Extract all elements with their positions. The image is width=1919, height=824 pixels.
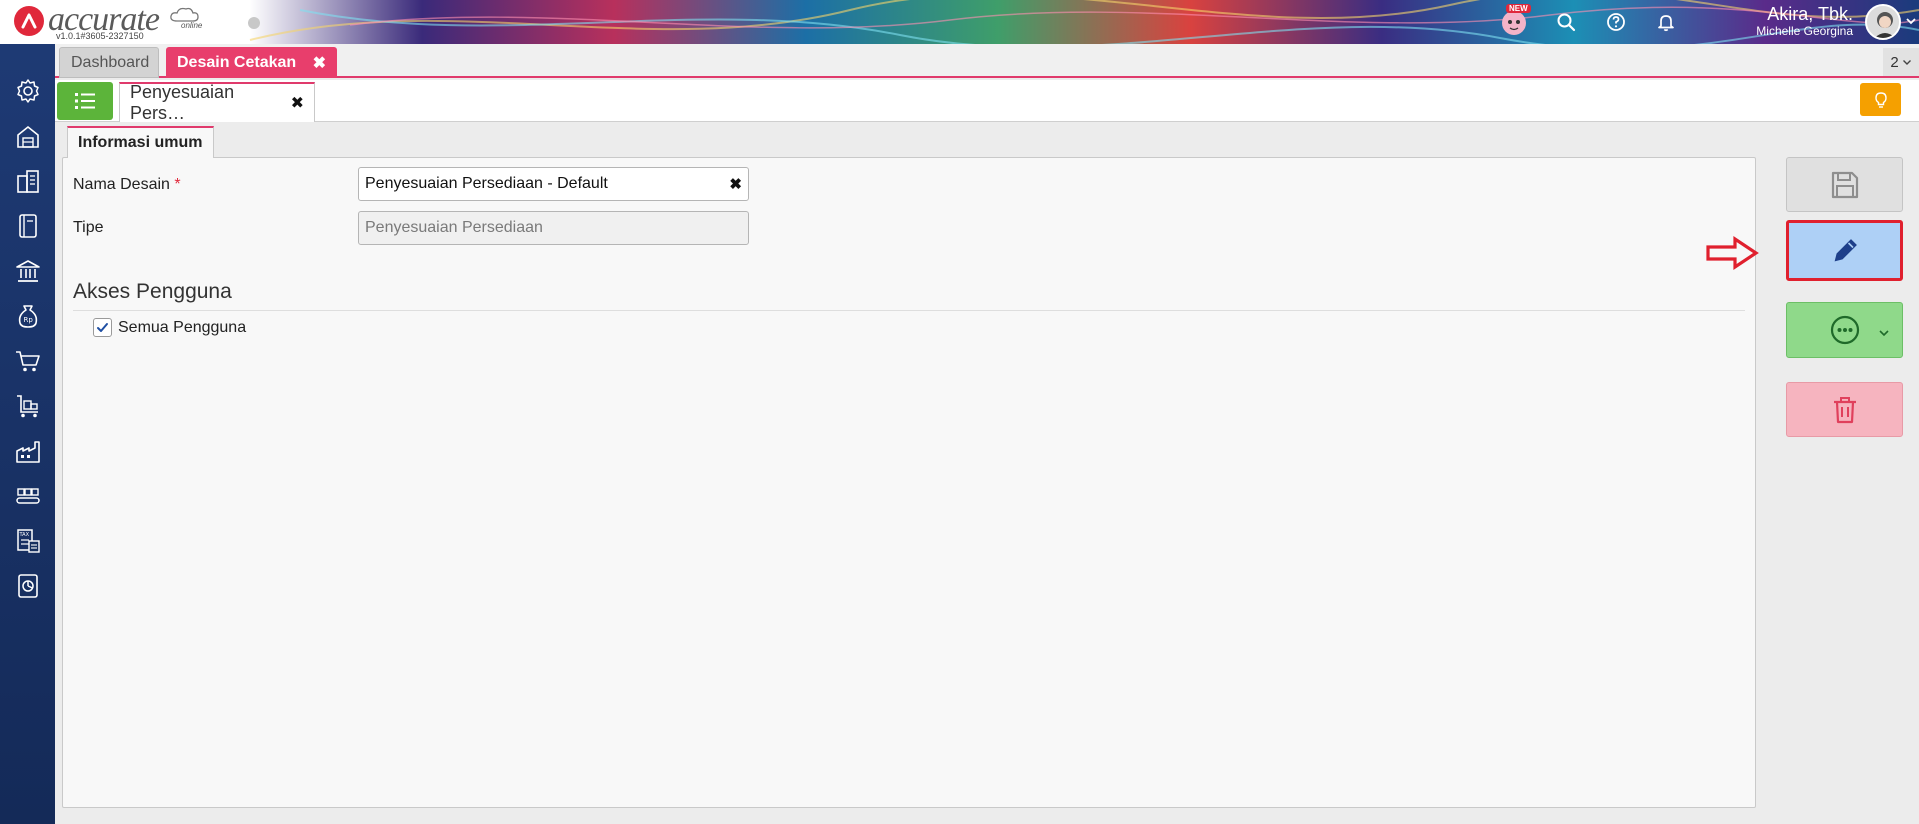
tipe-label: Tipe — [73, 219, 104, 236]
header-wave-background — [0, 0, 1919, 44]
nama-desain-input[interactable]: Penyesuaian Persediaan - Default ✖ — [358, 167, 749, 201]
tips-button[interactable] — [1860, 83, 1901, 116]
form-panel — [62, 157, 1756, 808]
search-button[interactable] — [1552, 8, 1580, 36]
bank-icon — [16, 260, 40, 282]
tipe-value: Penyesuaian Persediaan — [365, 219, 543, 236]
status-dot — [248, 17, 260, 29]
accurate-logo[interactable]: accurate — [14, 1, 160, 38]
conveyor-icon — [16, 488, 40, 504]
company-info[interactable]: Akira, Tbk. Michelle Georgina — [1756, 4, 1853, 38]
cart-icon — [16, 351, 40, 372]
tax-icon: TAX — [17, 529, 40, 553]
logo-online-text: online — [181, 21, 203, 30]
tab-informasi-umum[interactable]: Informasi umum — [67, 126, 214, 158]
pencil-icon — [1834, 238, 1857, 261]
semua-pengguna-label: Semua Pengguna — [118, 319, 247, 336]
sidebar-item-warehouse[interactable] — [13, 121, 43, 151]
money-bag-icon: Rp — [18, 305, 38, 328]
company-name: Akira, Tbk. — [1767, 4, 1853, 24]
nama-desain-label: Nama Desain * — [73, 176, 181, 194]
semua-pengguna-checkbox[interactable] — [93, 318, 112, 337]
tab-count-dropdown[interactable]: 2 — [1883, 48, 1919, 76]
trash-icon — [1833, 396, 1856, 423]
required-mark: * — [174, 176, 181, 193]
clear-icon[interactable]: ✖ — [729, 175, 742, 193]
new-badge: NEW — [1506, 4, 1531, 13]
svg-text:TAX: TAX — [19, 532, 30, 538]
sidebar-item-company[interactable] — [13, 166, 43, 196]
tab-penyesuaian-persediaan[interactable]: Penyesuaian Pers… ✖ — [119, 82, 315, 123]
subtab-label: Penyesuaian Pers… — [130, 82, 235, 123]
sidebar-item-bank[interactable] — [13, 256, 43, 286]
trolley-icon — [17, 395, 38, 418]
news-mascot-button[interactable]: NEW — [1500, 4, 1531, 36]
tab-desain-cetakan-label: Desain Cetakan — [177, 53, 297, 71]
svg-text:Rp: Rp — [24, 316, 34, 324]
report-icon — [18, 574, 38, 598]
list-icon — [75, 93, 95, 109]
sidebar-item-tax[interactable]: TAX — [13, 526, 43, 556]
chevron-down-icon — [1902, 60, 1911, 65]
delete-button[interactable] — [1786, 382, 1903, 437]
help-icon — [1607, 13, 1625, 31]
close-icon[interactable]: ✖ — [313, 53, 326, 73]
main-tab-bar: Dashboard Desain Cetakan ✖ 2 — [55, 44, 1919, 78]
save-icon — [1831, 171, 1858, 198]
notification-button[interactable] — [1652, 8, 1680, 36]
lightbulb-icon — [1874, 91, 1887, 108]
tab-dashboard-label: Dashboard — [71, 53, 150, 71]
logo-text: accurate — [48, 1, 160, 38]
sidebar-item-manufacturing[interactable] — [13, 481, 43, 511]
chevron-down-icon — [1879, 330, 1889, 337]
save-button[interactable] — [1786, 157, 1903, 212]
nama-desain-label-text: Nama Desain — [73, 176, 170, 193]
sidebar-item-purchase[interactable] — [13, 391, 43, 421]
section-divider — [73, 310, 1745, 311]
cloud-icon: online — [167, 6, 211, 30]
sidebar-item-ledger[interactable] — [13, 211, 43, 241]
close-icon[interactable]: ✖ — [291, 93, 304, 113]
tab-count: 2 — [1890, 53, 1899, 71]
tab-desain-cetakan[interactable]: Desain Cetakan ✖ — [166, 47, 337, 78]
arrow-right-icon — [1705, 236, 1759, 275]
factory-icon — [16, 441, 40, 463]
warehouse-icon — [17, 125, 39, 148]
company-icon — [17, 170, 39, 193]
top-header: accurate online v1.0.1#3605-2327150 NEW … — [0, 0, 1919, 44]
ledger-icon — [19, 214, 37, 238]
more-icon — [1830, 315, 1859, 345]
sidebar-item-sales[interactable] — [13, 346, 43, 376]
chevron-down-icon[interactable] — [1905, 14, 1917, 32]
nama-desain-value: Penyesuaian Persediaan - Default — [365, 175, 608, 192]
tab-informasi-umum-label: Informasi umum — [78, 134, 203, 151]
accurate-logo-icon — [14, 6, 44, 36]
bell-icon — [1658, 15, 1674, 32]
tipe-field: Penyesuaian Persediaan — [358, 211, 749, 245]
list-view-button[interactable] — [57, 82, 113, 120]
akses-pengguna-heading: Akses Pengguna — [73, 280, 232, 303]
settings-icon — [17, 79, 39, 103]
search-icon — [1557, 13, 1576, 32]
more-actions-button[interactable] — [1786, 302, 1903, 358]
sidebar-item-settings[interactable] — [13, 76, 43, 106]
avatar[interactable] — [1865, 4, 1901, 40]
sidebar-item-inventory[interactable] — [13, 436, 43, 466]
checkmark-icon — [97, 323, 108, 332]
sidebar-item-report[interactable] — [13, 571, 43, 601]
edit-button[interactable] — [1786, 220, 1903, 281]
sidebar: Rp TAX — [0, 44, 55, 824]
sidebar-item-cash[interactable]: Rp — [13, 301, 43, 331]
document-tab-bar: Penyesuaian Pers… ✖ — [55, 80, 1919, 123]
user-name: Michelle Georgina — [1756, 24, 1853, 38]
tab-dashboard[interactable]: Dashboard — [59, 47, 159, 78]
help-button[interactable] — [1602, 8, 1630, 36]
